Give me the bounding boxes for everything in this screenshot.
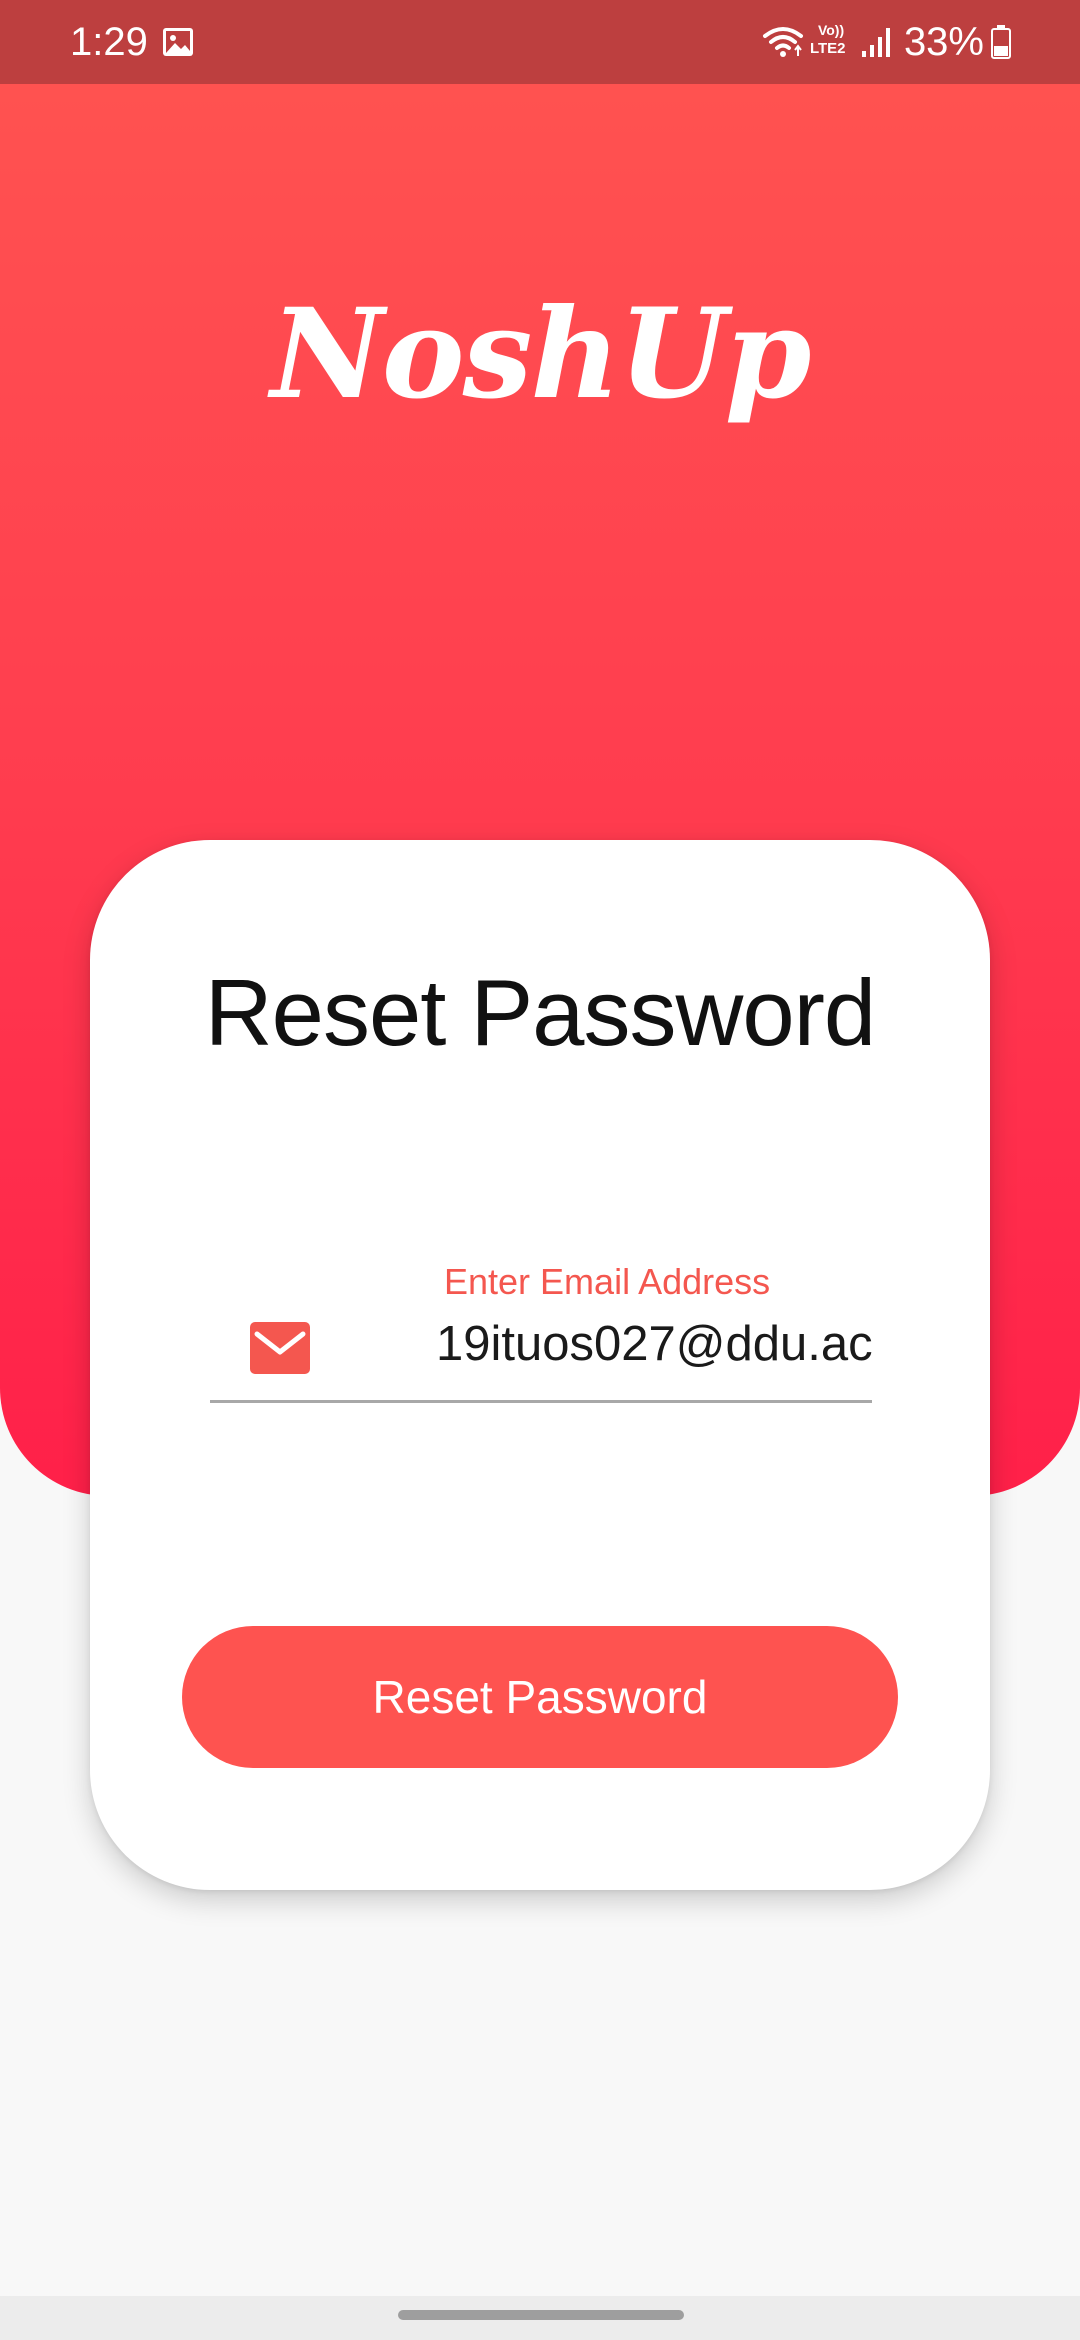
- email-field: Enter Email Address: [210, 1260, 872, 1420]
- volte-icon: Vo)) LTE2: [810, 22, 854, 62]
- reset-password-button[interactable]: Reset Password: [182, 1626, 898, 1768]
- email-underline: [210, 1400, 872, 1403]
- status-icons: Vo)) LTE2 33%: [762, 16, 1012, 68]
- status-bar: 1:29 Vo)) LTE2 33%: [0, 0, 1080, 84]
- email-input[interactable]: [436, 1312, 872, 1376]
- wifi-icon: [762, 27, 803, 57]
- home-indicator[interactable]: [398, 2310, 684, 2320]
- battery-icon: [991, 25, 1011, 59]
- page-title: Reset Password: [204, 960, 876, 1065]
- app-logo: NoshUp: [270, 282, 812, 427]
- mail-icon: [250, 1322, 310, 1374]
- gallery-icon: [163, 28, 193, 56]
- volte-label: Vo)): [817, 22, 845, 38]
- lte-label: LTE2: [809, 40, 846, 57]
- reset-password-card: Reset Password Enter Email Address Reset…: [90, 840, 990, 1890]
- email-label: Enter Email Address: [444, 1261, 771, 1302]
- signal-icon: [861, 28, 890, 57]
- battery-percent: 33%: [903, 20, 984, 64]
- status-time: 1:29: [70, 20, 148, 64]
- navigation-bar: [0, 2296, 1080, 2340]
